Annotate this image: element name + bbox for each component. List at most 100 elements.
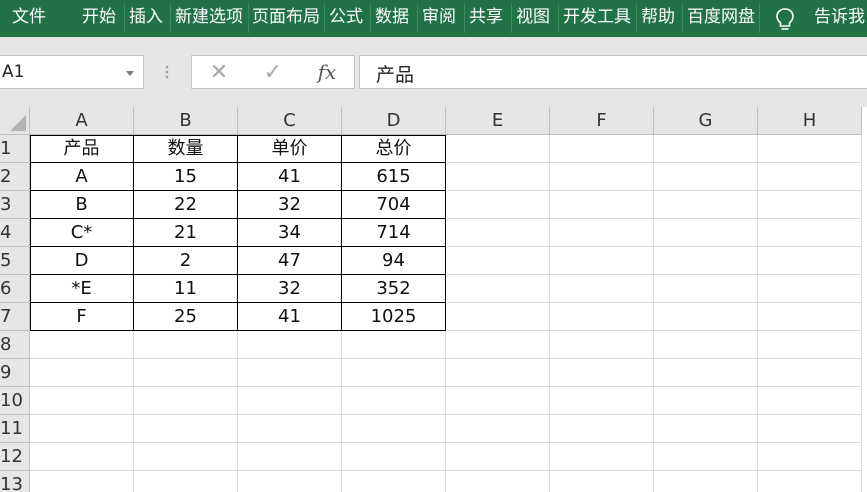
cell-c4[interactable]: 34 — [238, 219, 342, 247]
cell-h2[interactable] — [758, 163, 862, 191]
tab-insert[interactable]: 插入 — [129, 0, 167, 37]
column-header-d[interactable]: D — [342, 107, 446, 135]
cell-d6[interactable]: 352 — [342, 275, 446, 303]
cell-g7[interactable] — [654, 303, 758, 331]
cell-h10[interactable] — [758, 387, 862, 415]
row-header-2[interactable]: 2 — [0, 163, 30, 191]
cell-h8[interactable] — [758, 331, 862, 359]
cell-d3[interactable]: 704 — [342, 191, 446, 219]
row-header-7[interactable]: 7 — [0, 303, 30, 331]
cell-a12[interactable] — [30, 443, 134, 471]
cell-c7[interactable]: 41 — [238, 303, 342, 331]
cell-g2[interactable] — [654, 163, 758, 191]
cell-h12[interactable] — [758, 443, 862, 471]
cell-c10[interactable] — [238, 387, 342, 415]
cell-d11[interactable] — [342, 415, 446, 443]
name-box[interactable]: A1 — [0, 55, 144, 89]
cell-e11[interactable] — [446, 415, 550, 443]
cell-d8[interactable] — [342, 331, 446, 359]
cell-g3[interactable] — [654, 191, 758, 219]
cell-b8[interactable] — [134, 331, 238, 359]
cell-b6[interactable]: 11 — [134, 275, 238, 303]
column-header-e[interactable]: E — [446, 107, 550, 135]
cell-a5[interactable]: D — [30, 247, 134, 275]
cell-b1[interactable]: 数量 — [134, 135, 238, 163]
cell-g11[interactable] — [654, 415, 758, 443]
cell-h4[interactable] — [758, 219, 862, 247]
tab-home[interactable]: 开始 — [82, 0, 120, 37]
cell-d9[interactable] — [342, 359, 446, 387]
vertical-dots-icon[interactable] — [165, 65, 169, 79]
cell-d7[interactable]: 1025 — [342, 303, 446, 331]
cell-f8[interactable] — [550, 331, 654, 359]
column-header-a[interactable]: A — [30, 107, 134, 135]
cell-d12[interactable] — [342, 443, 446, 471]
cell-h6[interactable] — [758, 275, 862, 303]
cell-b9[interactable] — [134, 359, 238, 387]
tab-formulas[interactable]: 公式 — [329, 0, 367, 37]
row-header-3[interactable]: 3 — [0, 191, 30, 219]
cell-e2[interactable] — [446, 163, 550, 191]
cell-h7[interactable] — [758, 303, 862, 331]
cell-d13[interactable] — [342, 471, 446, 492]
cell-d1[interactable]: 总价 — [342, 135, 446, 163]
cell-f13[interactable] — [550, 471, 654, 492]
row-header-12[interactable]: 12 — [0, 443, 30, 471]
row-header-9[interactable]: 9 — [0, 359, 30, 387]
cell-e10[interactable] — [446, 387, 550, 415]
cell-h9[interactable] — [758, 359, 862, 387]
column-header-h[interactable]: H — [758, 107, 862, 135]
column-header-f[interactable]: F — [550, 107, 654, 135]
cell-g8[interactable] — [654, 331, 758, 359]
cell-e3[interactable] — [446, 191, 550, 219]
cell-a6[interactable]: *E — [30, 275, 134, 303]
lightbulb-icon[interactable] — [773, 6, 797, 32]
cell-c13[interactable] — [238, 471, 342, 492]
cell-d5[interactable]: 94 — [342, 247, 446, 275]
cell-e1[interactable] — [446, 135, 550, 163]
cell-e13[interactable] — [446, 471, 550, 492]
cell-b5[interactable]: 2 — [134, 247, 238, 275]
select-all-corner[interactable] — [0, 107, 30, 135]
tell-me-search[interactable]: 告诉我 — [814, 0, 867, 37]
cell-c6[interactable]: 32 — [238, 275, 342, 303]
cell-h1[interactable] — [758, 135, 862, 163]
cancel-button[interactable]: ✕ — [202, 56, 236, 88]
cell-c9[interactable] — [238, 359, 342, 387]
cell-c1[interactable]: 单价 — [238, 135, 342, 163]
cell-h13[interactable] — [758, 471, 862, 492]
cell-f9[interactable] — [550, 359, 654, 387]
tab-baidu-netdisk[interactable]: 百度网盘 — [687, 0, 757, 37]
tab-page-layout[interactable]: 页面布局 — [252, 0, 322, 37]
cell-a11[interactable] — [30, 415, 134, 443]
cell-f2[interactable] — [550, 163, 654, 191]
cell-d4[interactable]: 714 — [342, 219, 446, 247]
cell-f6[interactable] — [550, 275, 654, 303]
cell-a7[interactable]: F — [30, 303, 134, 331]
tab-file[interactable]: 文件 — [12, 0, 52, 37]
cell-a2[interactable]: A — [30, 163, 134, 191]
cell-b4[interactable]: 21 — [134, 219, 238, 247]
cell-g5[interactable] — [654, 247, 758, 275]
cell-c11[interactable] — [238, 415, 342, 443]
tab-data[interactable]: 数据 — [375, 0, 413, 37]
cell-h3[interactable] — [758, 191, 862, 219]
column-header-c[interactable]: C — [238, 107, 342, 135]
cell-b13[interactable] — [134, 471, 238, 492]
cell-c2[interactable]: 41 — [238, 163, 342, 191]
cell-e6[interactable] — [446, 275, 550, 303]
cell-a10[interactable] — [30, 387, 134, 415]
cell-e5[interactable] — [446, 247, 550, 275]
column-header-b[interactable]: B — [134, 107, 238, 135]
row-header-10[interactable]: 10 — [0, 387, 30, 415]
cell-d2[interactable]: 615 — [342, 163, 446, 191]
cell-e7[interactable] — [446, 303, 550, 331]
row-header-1[interactable]: 1 — [0, 135, 30, 163]
tab-new-options[interactable]: 新建选项 — [175, 0, 245, 37]
cell-a4[interactable]: C* — [30, 219, 134, 247]
cell-e9[interactable] — [446, 359, 550, 387]
column-header-g[interactable]: G — [654, 107, 758, 135]
cell-a3[interactable]: B — [30, 191, 134, 219]
cell-f7[interactable] — [550, 303, 654, 331]
cell-c8[interactable] — [238, 331, 342, 359]
